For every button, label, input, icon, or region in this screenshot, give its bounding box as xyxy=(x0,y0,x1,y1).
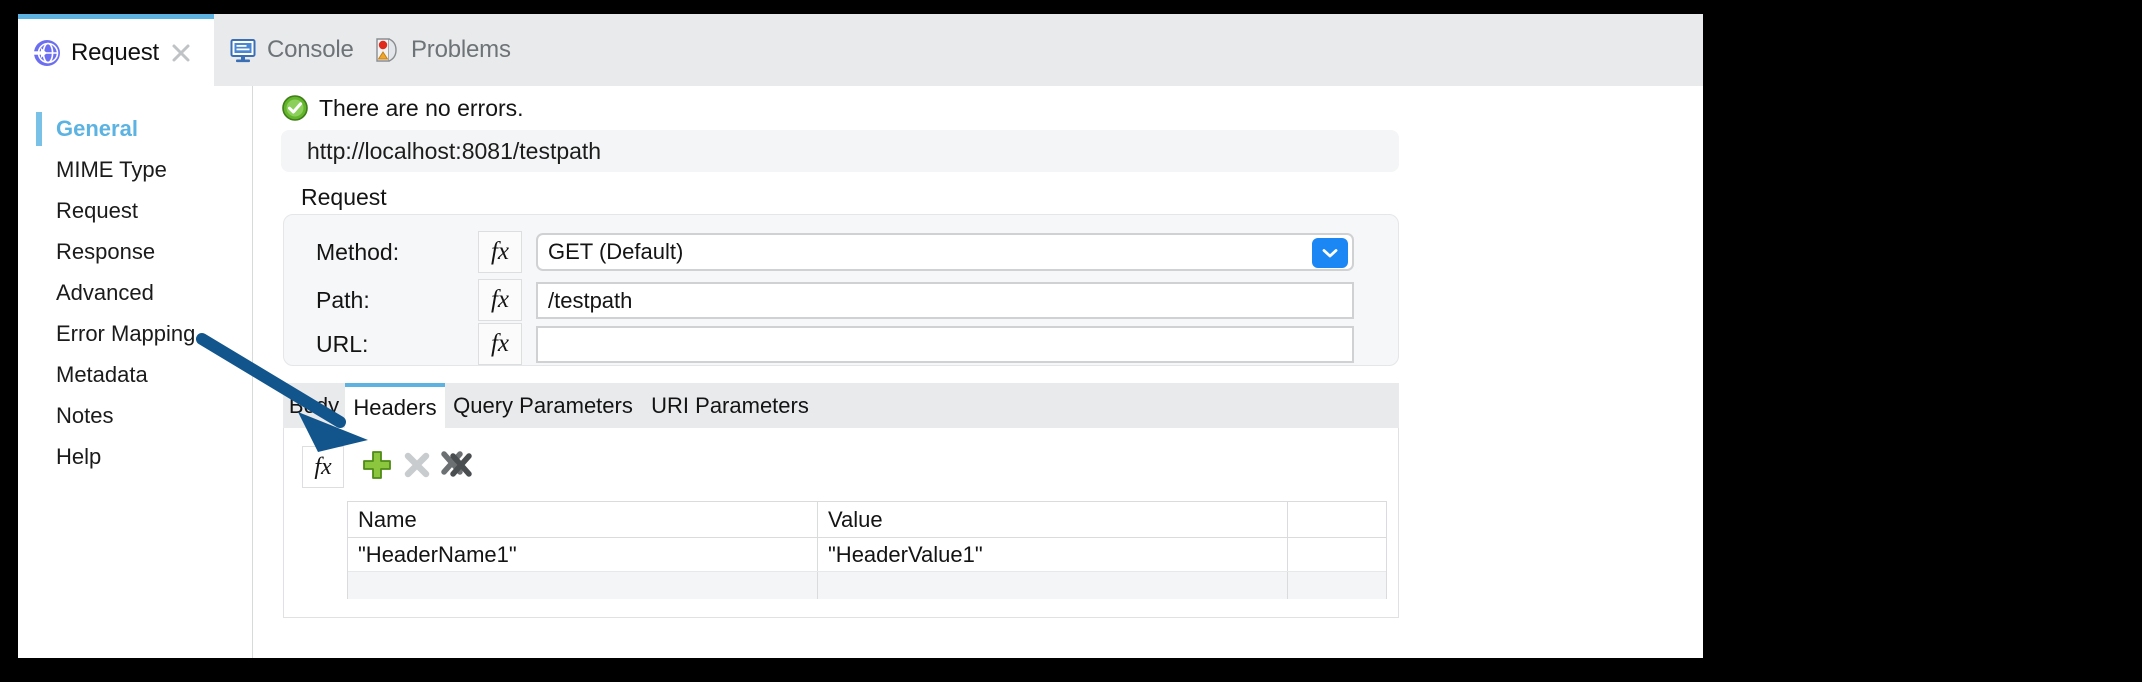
window-body: General MIME Type Request Response Advan… xyxy=(18,86,1703,658)
sidebar-item-response[interactable]: Response xyxy=(18,231,252,272)
general-settings-content: There are no errors. http://localhost:80… xyxy=(253,86,1703,658)
cell-name[interactable] xyxy=(348,572,818,599)
globe-request-icon xyxy=(32,38,62,68)
table-header-row: Name Value xyxy=(348,502,1386,538)
tab-uri-parameters-label: URI Parameters xyxy=(651,393,809,419)
sidebar-item-mime-type[interactable]: MIME Type xyxy=(18,149,252,190)
request-group-label: Request xyxy=(301,184,387,211)
path-input[interactable]: /testpath xyxy=(536,282,1354,319)
gray-x-icon xyxy=(400,448,434,482)
headers-panel: fx xyxy=(283,428,1399,618)
add-row-button[interactable] xyxy=(360,448,394,482)
url-display-bar: http://localhost:8081/testpath xyxy=(281,130,1399,172)
settings-sidebar: General MIME Type Request Response Advan… xyxy=(18,86,252,658)
url-label: URL: xyxy=(316,331,368,358)
sidebar-item-label: Response xyxy=(56,239,155,265)
sidebar-item-request[interactable]: Request xyxy=(18,190,252,231)
tab-query-parameters-label: Query Parameters xyxy=(453,393,633,419)
sidebar-item-general[interactable]: General xyxy=(18,108,252,149)
console-monitor-icon xyxy=(228,35,258,65)
sidebar-item-label: Notes xyxy=(56,403,113,429)
method-dropdown-button[interactable] xyxy=(1312,238,1348,268)
method-select[interactable]: GET (Default) xyxy=(536,233,1354,271)
path-field-row: Path: fx /testpath xyxy=(284,277,1398,323)
sidebar-item-label: General xyxy=(56,116,138,142)
tab-problems[interactable]: Problems xyxy=(362,14,511,86)
cell-extra[interactable] xyxy=(1288,572,1386,599)
editor-tab-strip: Request Console Problems xyxy=(18,14,1703,86)
url-text: http://localhost:8081/testpath xyxy=(307,138,601,165)
status-message: There are no errors. xyxy=(281,94,524,122)
tab-request[interactable]: Request xyxy=(18,14,214,86)
tab-console[interactable]: Console xyxy=(218,14,354,86)
tab-request-label: Request xyxy=(71,39,159,67)
headers-table[interactable]: Name Value "HeaderName1" "HeaderValue1" xyxy=(347,501,1387,599)
url-field-row: URL: fx xyxy=(284,321,1398,367)
sidebar-item-notes[interactable]: Notes xyxy=(18,395,252,436)
method-label: Method: xyxy=(316,239,399,266)
green-plus-icon xyxy=(360,448,394,482)
sidebar-item-label: Metadata xyxy=(56,362,148,388)
tab-body[interactable]: Body xyxy=(283,383,345,428)
headers-fx-button[interactable]: fx xyxy=(302,446,344,488)
chevron-down-icon xyxy=(1320,246,1340,260)
sidebar-item-label: Request xyxy=(56,198,138,224)
tab-headers-label: Headers xyxy=(353,395,436,421)
tab-headers[interactable]: Headers xyxy=(345,383,445,428)
sidebar-item-help[interactable]: Help xyxy=(18,436,252,477)
status-message-text: There are no errors. xyxy=(319,95,524,122)
tab-problems-label: Problems xyxy=(411,36,511,64)
tab-console-label: Console xyxy=(267,36,354,64)
column-header-extra xyxy=(1288,502,1386,537)
sidebar-item-label: Help xyxy=(56,444,101,470)
double-x-icon xyxy=(440,448,474,482)
tab-uri-parameters[interactable]: URI Parameters xyxy=(641,383,819,428)
delete-row-button xyxy=(400,448,434,482)
application-window: Request Console Problems xyxy=(18,14,1703,658)
path-value: /testpath xyxy=(548,288,632,314)
cell-name[interactable]: "HeaderName1" xyxy=(348,538,818,571)
method-field-row: Method: fx GET (Default) xyxy=(284,229,1398,275)
delete-all-rows-button[interactable] xyxy=(440,448,474,482)
sidebar-item-error-mapping[interactable]: Error Mapping xyxy=(18,313,252,354)
fx-label: fx xyxy=(491,286,509,314)
cell-extra[interactable] xyxy=(1288,538,1386,571)
column-header-name: Name xyxy=(348,502,818,537)
path-label: Path: xyxy=(316,287,370,314)
table-row[interactable] xyxy=(348,572,1386,599)
url-fx-button[interactable]: fx xyxy=(478,323,522,365)
url-input[interactable] xyxy=(536,326,1354,363)
fx-label: fx xyxy=(491,330,509,358)
sidebar-item-label: Advanced xyxy=(56,280,154,306)
request-fields-panel: Method: fx GET (Default) xyxy=(283,214,1399,366)
green-check-icon xyxy=(281,94,309,122)
table-row[interactable]: "HeaderName1" "HeaderValue1" xyxy=(348,538,1386,572)
sidebar-item-metadata[interactable]: Metadata xyxy=(18,354,252,395)
request-detail-tabs: Body Headers Query Parameters URI Parame… xyxy=(283,383,1399,428)
column-header-value: Value xyxy=(818,502,1288,537)
sidebar-item-advanced[interactable]: Advanced xyxy=(18,272,252,313)
cell-value[interactable] xyxy=(818,572,1288,599)
path-fx-button[interactable]: fx xyxy=(478,279,522,321)
method-fx-button[interactable]: fx xyxy=(478,231,522,273)
fx-label: fx xyxy=(491,238,509,266)
tab-query-parameters[interactable]: Query Parameters xyxy=(445,383,641,428)
close-icon[interactable] xyxy=(170,42,192,64)
sidebar-item-label: MIME Type xyxy=(56,157,167,183)
sidebar-item-label: Error Mapping xyxy=(56,321,195,347)
method-value: GET (Default) xyxy=(548,239,683,265)
tab-body-label: Body xyxy=(289,393,339,419)
cell-value[interactable]: "HeaderValue1" xyxy=(818,538,1288,571)
problems-marker-icon xyxy=(372,35,402,65)
fx-label: fx xyxy=(314,454,331,481)
